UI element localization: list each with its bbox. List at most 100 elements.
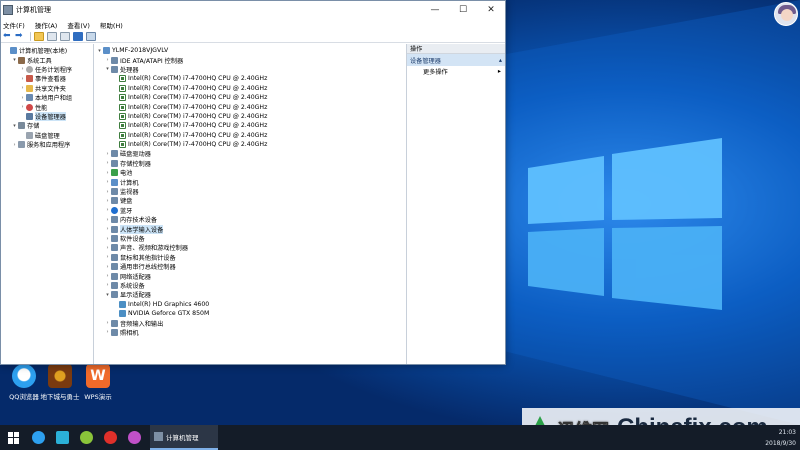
menu-action[interactable]: 操作(A) (35, 20, 58, 30)
tree-item[interactable]: › IDE ATA/ATAPI 控制器 (94, 55, 406, 65)
chevron-right-icon[interactable]: › (104, 217, 111, 223)
tree-item[interactable]: ▾ 处理器 (94, 65, 406, 74)
chevron-right-icon[interactable]: › (104, 254, 111, 260)
menu-help[interactable]: 帮助(H) (100, 20, 123, 30)
forward-arrow-icon[interactable]: ➡ (15, 31, 24, 41)
chevron-down-icon[interactable]: ▾ (96, 48, 103, 54)
chevron-right-icon[interactable]: › (104, 151, 111, 157)
chevron-right-icon[interactable]: › (104, 329, 111, 335)
chevron-right-icon[interactable]: › (104, 273, 111, 279)
user-avatar[interactable] (774, 2, 798, 26)
tree-item[interactable]: Intel(R) Core(TM) i7-4700HQ CPU @ 2.40GH… (94, 93, 406, 102)
chevron-right-icon[interactable]: › (104, 245, 111, 251)
chevron-right-icon[interactable]: › (19, 66, 26, 72)
back-arrow-icon[interactable]: ⬅ (3, 31, 12, 41)
chevron-right-icon[interactable]: › (11, 142, 18, 148)
tree-item[interactable]: › 存储控制器 (94, 159, 406, 168)
chevron-right-icon[interactable]: › (104, 170, 111, 176)
tree-item[interactable]: ▾ YLMF-2018VJGVLV (94, 46, 406, 55)
tree-item[interactable]: 计算机管理(本地) (1, 46, 93, 55)
tree-item[interactable]: › 照相机 (94, 328, 406, 337)
tree-item[interactable]: › 电池 (94, 168, 406, 177)
chevron-right-icon[interactable]: › (104, 207, 111, 213)
tree-item[interactable]: › 服务和应用程序 (1, 140, 93, 149)
tree-item-label: 声音、视频和游戏控制器 (120, 245, 189, 253)
show-hide-tree-icon[interactable] (47, 31, 57, 41)
tree-item[interactable]: › 监视器 (94, 187, 406, 196)
title-bar[interactable]: 计算机管理 — ☐ ✕ (1, 1, 505, 19)
desktop-icon-wps[interactable]: WPS演示 (76, 364, 120, 401)
chevron-right-icon[interactable]: › (19, 95, 26, 101)
tree-item[interactable]: Intel(R) Core(TM) i7-4700HQ CPU @ 2.40GH… (94, 74, 406, 83)
tree-item-label: 磁盘管理 (35, 132, 60, 140)
chevron-right-icon[interactable]: › (104, 179, 111, 185)
tree-item[interactable]: › 共享文件夹 (1, 84, 93, 93)
properties-icon[interactable] (60, 31, 70, 41)
taskbar-purple-app[interactable] (122, 425, 146, 450)
chevron-down-icon[interactable]: ▾ (104, 292, 111, 298)
chevron-right-icon[interactable]: › (19, 104, 26, 110)
scan-hardware-icon[interactable] (86, 31, 96, 41)
tree-item[interactable]: › 内存技术设备 (94, 215, 406, 224)
close-button[interactable]: ✕ (477, 1, 505, 19)
chevron-right-icon[interactable]: › (104, 198, 111, 204)
taskbar-video-player[interactable] (50, 425, 74, 450)
tree-item[interactable]: 磁盘管理 (1, 131, 93, 140)
tree-item[interactable]: › 软件设备 (94, 234, 406, 243)
tree-item[interactable]: ▾ 系统工具 (1, 55, 93, 65)
chevron-right-icon[interactable]: › (104, 282, 111, 288)
up-folder-icon[interactable] (34, 31, 44, 41)
menu-view[interactable]: 查看(V) (67, 20, 90, 30)
help-icon[interactable] (73, 31, 83, 41)
chevron-right-icon[interactable]: › (104, 236, 111, 242)
tree-item[interactable]: › 性能 (1, 102, 93, 112)
taskbar-green-app[interactable] (74, 425, 98, 450)
tree-item[interactable]: › 事件查看器 (1, 74, 93, 83)
chevron-right-icon[interactable]: › (104, 57, 111, 63)
chevron-down-icon[interactable]: ▾ (104, 66, 111, 72)
chevron-right-icon[interactable]: › (104, 160, 111, 166)
chevron-down-icon[interactable]: ▾ (11, 123, 18, 129)
chevron-right-icon[interactable]: › (104, 226, 111, 232)
tree-item[interactable]: › 键盘 (94, 196, 406, 205)
tree-item[interactable]: › 声音、视频和游戏控制器 (94, 243, 406, 252)
minimize-button[interactable]: — (421, 1, 449, 19)
tree-item[interactable]: Intel(R) HD Graphics 4600 (94, 300, 406, 309)
tree-item[interactable]: Intel(R) Core(TM) i7-4700HQ CPU @ 2.40GH… (94, 84, 406, 93)
tree-item[interactable]: Intel(R) Core(TM) i7-4700HQ CPU @ 2.40GH… (94, 131, 406, 140)
tree-item[interactable]: › 网络适配器 (94, 271, 406, 281)
chevron-right-icon[interactable]: › (104, 189, 111, 195)
tree-item[interactable]: › 蓝牙 (94, 206, 406, 215)
tree-item[interactable]: ▾ 存储 (1, 121, 93, 130)
tree-item[interactable]: › 通用串行总线控制器 (94, 262, 406, 271)
maximize-button[interactable]: ☐ (449, 1, 477, 19)
taskbar-netease-music[interactable] (98, 425, 122, 450)
chevron-right-icon[interactable]: › (104, 264, 111, 270)
tree-item[interactable]: › 本地用户和组 (1, 93, 93, 102)
tree-item[interactable]: NVIDIA Geforce GTX 850M (94, 309, 406, 318)
taskbar-qq-browser[interactable] (26, 425, 50, 450)
tree-item[interactable]: 设备管理器 (1, 111, 93, 121)
more-actions-item[interactable]: 更多操作 ▸ (407, 66, 505, 77)
taskbar-computer-management[interactable]: 计算机管理 (150, 425, 218, 450)
tree-item[interactable]: Intel(R) Core(TM) i7-4700HQ CPU @ 2.40GH… (94, 102, 406, 111)
tree-item[interactable]: › 鼠标和其他指针设备 (94, 253, 406, 262)
menu-file[interactable]: 文件(F) (3, 20, 25, 30)
tree-item[interactable]: › 系统设备 (94, 281, 406, 290)
tree-item[interactable]: Intel(R) Core(TM) i7-4700HQ CPU @ 2.40GH… (94, 121, 406, 130)
chevron-down-icon[interactable]: ▾ (11, 57, 18, 63)
tree-item[interactable]: › 任务计划程序 (1, 65, 93, 74)
system-tray-clock[interactable]: 21:03 2018/9/30 (765, 425, 796, 450)
tree-item[interactable]: Intel(R) Core(TM) i7-4700HQ CPU @ 2.40GH… (94, 140, 406, 149)
chevron-right-icon[interactable]: › (104, 320, 111, 326)
tree-item[interactable]: › 磁盘驱动器 (94, 149, 406, 158)
chevron-right-icon[interactable]: › (19, 76, 26, 82)
actions-section-device-manager[interactable]: 设备管理器 ▴ (407, 54, 505, 66)
tree-item[interactable]: Intel(R) Core(TM) i7-4700HQ CPU @ 2.40GH… (94, 112, 406, 121)
tree-item[interactable]: ▾ 显示适配器 (94, 290, 406, 299)
tree-item[interactable]: › 音频输入和输出 (94, 318, 406, 328)
chevron-right-icon[interactable]: › (19, 85, 26, 91)
start-button[interactable] (2, 425, 26, 450)
tree-item[interactable]: › 计算机 (94, 177, 406, 187)
tree-item[interactable]: › 人体学输入设备 (94, 224, 406, 234)
